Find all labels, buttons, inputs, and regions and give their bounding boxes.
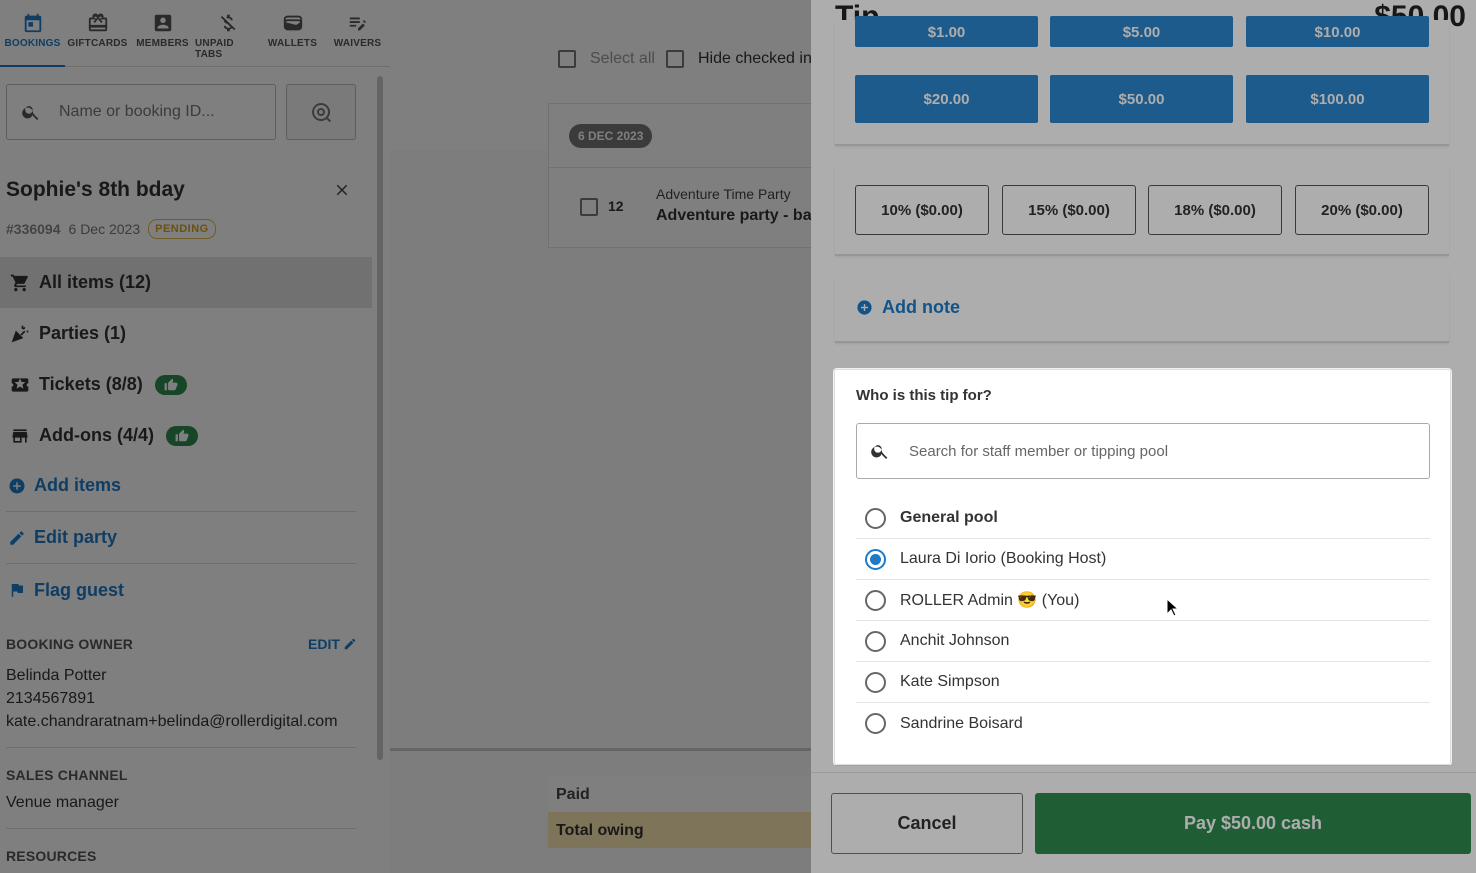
panel-dim-bottom xyxy=(811,765,1476,873)
staff-option-label: General pool xyxy=(900,509,998,526)
radio-button[interactable] xyxy=(865,713,886,734)
staff-option[interactable]: ROLLER Admin 😎 (You) xyxy=(856,580,1430,621)
staff-option-label: Anchit Johnson xyxy=(900,632,1010,649)
staff-option-label: Sandrine Boisard xyxy=(900,714,1023,732)
staff-option[interactable]: General pool xyxy=(856,498,1430,539)
staff-radio-list: General pool Laura Di Iorio (Booking Hos… xyxy=(856,498,1430,744)
staff-search-box xyxy=(856,423,1430,479)
panel-dim-left xyxy=(811,369,834,765)
tip-panel: Tip $50.00 $1.00 $5.00 $10.00 $20.00 $50… xyxy=(811,0,1476,873)
mouse-cursor-icon xyxy=(1166,598,1180,617)
staff-option[interactable]: Laura Di Iorio (Booking Host) xyxy=(856,539,1430,580)
panel-dim-top xyxy=(811,0,1476,369)
staff-option-label: Laura Di Iorio (Booking Host) xyxy=(900,550,1107,567)
staff-option[interactable]: Anchit Johnson xyxy=(856,621,1430,662)
panel-dim-right xyxy=(1451,369,1476,765)
staff-option[interactable]: Sandrine Boisard xyxy=(856,703,1430,744)
tip-recipient-title: Who is this tip for? xyxy=(856,387,992,404)
staff-option[interactable]: Kate Simpson xyxy=(856,662,1430,703)
modal-backdrop[interactable] xyxy=(0,0,811,873)
radio-button[interactable] xyxy=(865,507,886,529)
radio-button[interactable] xyxy=(865,630,886,652)
radio-button-selected[interactable] xyxy=(865,548,886,570)
radio-button[interactable] xyxy=(865,671,886,693)
search-icon xyxy=(871,445,888,459)
staff-option-label: ROLLER Admin 😎 (You) xyxy=(900,592,1080,609)
staff-option-label: Kate Simpson xyxy=(900,673,1000,690)
radio-button[interactable] xyxy=(865,589,886,611)
staff-search-input[interactable] xyxy=(909,442,1409,460)
tip-recipient-dialog: Who is this tip for? General pool Laura … xyxy=(834,369,1451,765)
tip-panel-content: Tip $50.00 $1.00 $5.00 $10.00 $20.00 $50… xyxy=(811,0,1476,873)
